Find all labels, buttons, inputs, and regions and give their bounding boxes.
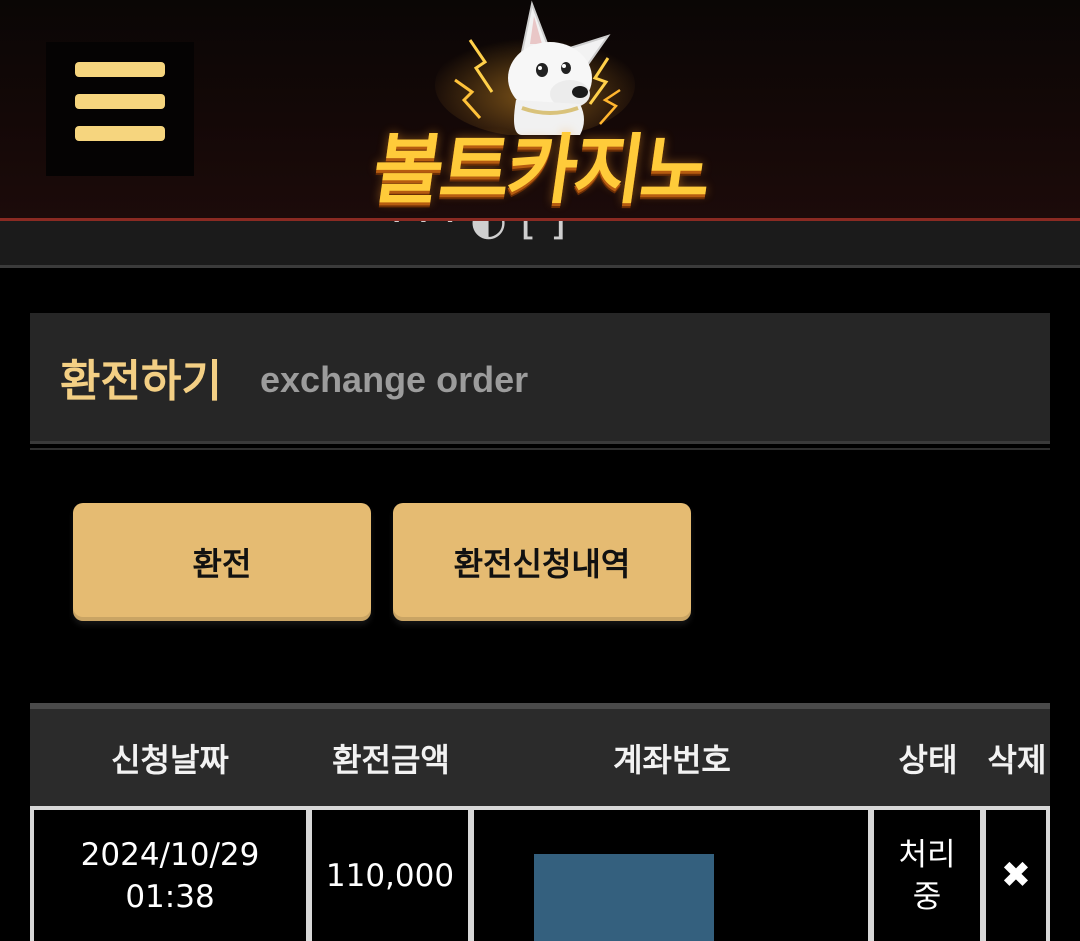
cell-amount: 110,000: [312, 810, 468, 941]
cell-date: 2024/10/29 01:38: [34, 810, 306, 941]
hamburger-icon-middle: [75, 94, 165, 109]
status-text-line2: 중: [912, 878, 942, 915]
column-header-date: 신청날짜: [111, 740, 229, 779]
redaction-mark: [654, 810, 868, 834]
sub-navigation-bar: · · · ◐ [ ]: [0, 221, 1080, 265]
redacted-account-number: [534, 854, 714, 941]
table-header: 신청날짜 환전금액 계좌번호 상태 삭제: [30, 709, 1050, 806]
column-header-account: 계좌번호: [613, 740, 731, 779]
exchange-history-button[interactable]: 환전신청내역: [393, 503, 691, 621]
page-subtitle: exchange order: [260, 359, 529, 400]
header: 볼트카지노: [0, 0, 1080, 218]
sub-navigation-divider: [0, 265, 1080, 268]
close-icon[interactable]: ✖: [1001, 855, 1031, 897]
table-row: 2024/10/29 01:38 110,000 처리 중 ✖: [30, 806, 1050, 941]
cell-account: [474, 810, 868, 941]
request-date: 2024/10/29: [80, 836, 260, 873]
hamburger-icon: [75, 62, 165, 77]
cell-delete: ✖: [986, 810, 1046, 941]
column-header-delete: 삭제: [987, 740, 1047, 779]
sub-navigation-text: · · · ◐ [ ]: [390, 221, 566, 244]
logo-text[interactable]: 볼트카지노: [346, 118, 739, 214]
page-title: 환전하기: [60, 356, 222, 407]
status-text-line1: 처리: [898, 836, 956, 873]
cell-status: 처리 중: [874, 810, 980, 941]
column-header-amount: 환전금액: [332, 740, 450, 779]
hamburger-icon-bottom: [75, 126, 165, 141]
section-header: 환전하기 exchange order: [30, 313, 1050, 444]
request-time: 01:38: [125, 878, 215, 915]
menu-button[interactable]: [46, 42, 194, 176]
column-header-status: 상태: [898, 740, 958, 779]
exchange-button[interactable]: 환전: [73, 503, 371, 621]
section-divider: [30, 448, 1050, 450]
